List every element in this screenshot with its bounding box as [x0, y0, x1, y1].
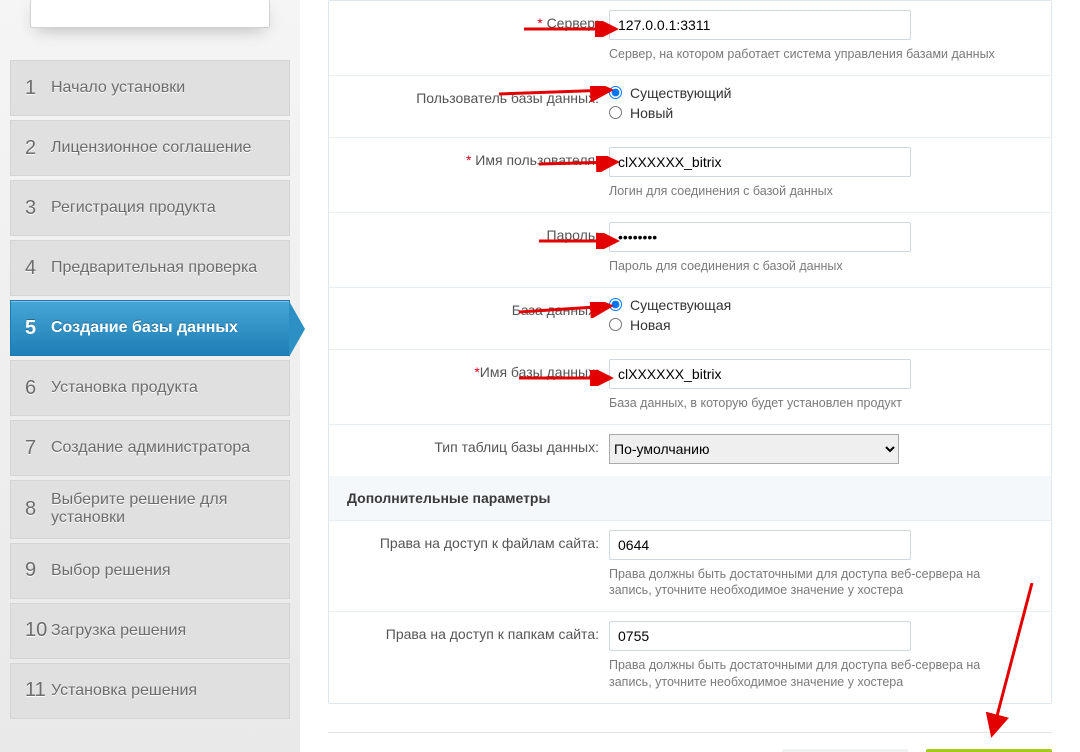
step-5[interactable]: 5 Создание базы данных [10, 300, 290, 356]
row-password: Пароль: Пароль для соединения с базой да… [329, 212, 1051, 287]
step-9[interactable]: 9 Выбор решения [10, 543, 290, 599]
install-steps-list: 1 Начало установки 2 Лицензионное соглаш… [10, 60, 290, 719]
db-name-hint: База данных, в которую будет установлен … [609, 395, 1009, 412]
step-number: 3 [25, 197, 51, 220]
step-label: Лицензионное соглашение [51, 139, 251, 157]
table-type-label: Тип таблиц базы данных: [339, 431, 609, 464]
server-hint: Сервер, на котором работает система упра… [609, 46, 1009, 63]
password-hint: Пароль для соединения с базой данных [609, 258, 1009, 275]
dir-perms-hint: Права должны быть достаточными для досту… [609, 657, 1009, 691]
row-database: База данных: Существующая Новая [329, 287, 1051, 349]
step-number: 9 [25, 559, 51, 582]
step-number: 11 [25, 679, 51, 702]
server-label: * Сервер: [339, 7, 609, 63]
install-form: * Сервер: Сервер, на котором работает си… [300, 0, 1080, 752]
step-label: Создание базы данных [51, 319, 238, 337]
username-input[interactable] [609, 147, 911, 177]
file-perms-hint: Права должны быть достаточными для досту… [609, 566, 1009, 600]
row-table-type: Тип таблиц базы данных: По-умолчанию [329, 424, 1051, 476]
step-number: 5 [25, 317, 51, 340]
step-label: Начало установки [51, 79, 185, 97]
password-input[interactable] [609, 222, 911, 252]
step-number: 10 [25, 619, 51, 642]
db-name-input[interactable] [609, 359, 911, 389]
step-label: Выберите решение для установки [51, 491, 275, 528]
row-dir-perms: Права на доступ к папкам сайта: Права до… [329, 611, 1051, 703]
dir-perms-input[interactable] [609, 621, 911, 651]
step-2[interactable]: 2 Лицензионное соглашение [10, 120, 290, 176]
row-db-user: Пользователь базы данных: Существующий Н… [329, 75, 1051, 137]
dir-perms-label: Права на доступ к папкам сайта: [339, 618, 609, 691]
row-server: * Сервер: Сервер, на котором работает си… [329, 1, 1051, 75]
database-new-radio[interactable]: Новая [609, 317, 1041, 333]
step-1[interactable]: 1 Начало установки [10, 60, 290, 116]
db-user-label: Пользователь базы данных: [339, 82, 609, 125]
step-number: 1 [25, 77, 51, 100]
step-label: Загрузка решения [51, 622, 186, 640]
server-input[interactable] [609, 10, 911, 40]
install-sidebar: 1 Начало установки 2 Лицензионное соглаш… [0, 0, 300, 752]
step-11[interactable]: 11 Установка решения [10, 663, 290, 719]
db-user-new-radio[interactable]: Новый [609, 105, 1041, 121]
table-type-select[interactable]: По-умолчанию [609, 434, 899, 464]
row-username: * Имя пользователя: Логин для соединения… [329, 137, 1051, 212]
preview-placeholder [30, 0, 270, 28]
step-label: Выбор решения [51, 562, 171, 580]
row-db-name: *Имя базы данных: База данных, в которую… [329, 349, 1051, 424]
step-4[interactable]: 4 Предварительная проверка [10, 240, 290, 296]
step-number: 4 [25, 257, 51, 280]
username-label: * Имя пользователя: [339, 144, 609, 200]
step-7[interactable]: 7 Создание администратора [10, 420, 290, 476]
step-label: Установка решения [51, 682, 197, 700]
extra-params-header: Дополнительные параметры [329, 476, 1051, 520]
step-8[interactable]: 8 Выберите решение для установки [10, 480, 290, 539]
password-label: Пароль: [339, 219, 609, 275]
step-3[interactable]: 3 Регистрация продукта [10, 180, 290, 236]
db-user-existing-radio[interactable]: Существующий [609, 85, 1041, 101]
form-footer: ← Назад Далее → [328, 732, 1052, 752]
file-perms-label: Права на доступ к файлам сайта: [339, 527, 609, 600]
step-10[interactable]: 10 Загрузка решения [10, 603, 290, 659]
database-label: База данных: [339, 294, 609, 337]
username-hint: Логин для соединения с базой данных [609, 183, 1009, 200]
step-label: Регистрация продукта [51, 199, 216, 217]
step-number: 2 [25, 137, 51, 160]
step-label: Предварительная проверка [51, 259, 257, 277]
step-number: 7 [25, 437, 51, 460]
database-existing-radio[interactable]: Существующая [609, 297, 1041, 313]
row-file-perms: Права на доступ к файлам сайта: Права до… [329, 520, 1051, 612]
db-settings-section: * Сервер: Сервер, на котором работает си… [328, 0, 1052, 704]
file-perms-input[interactable] [609, 530, 911, 560]
step-label: Установка продукта [51, 379, 198, 397]
step-label: Создание администратора [51, 439, 250, 457]
step-6[interactable]: 6 Установка продукта [10, 360, 290, 416]
step-number: 8 [25, 498, 51, 521]
step-number: 6 [25, 377, 51, 400]
db-name-label: *Имя базы данных: [339, 356, 609, 412]
